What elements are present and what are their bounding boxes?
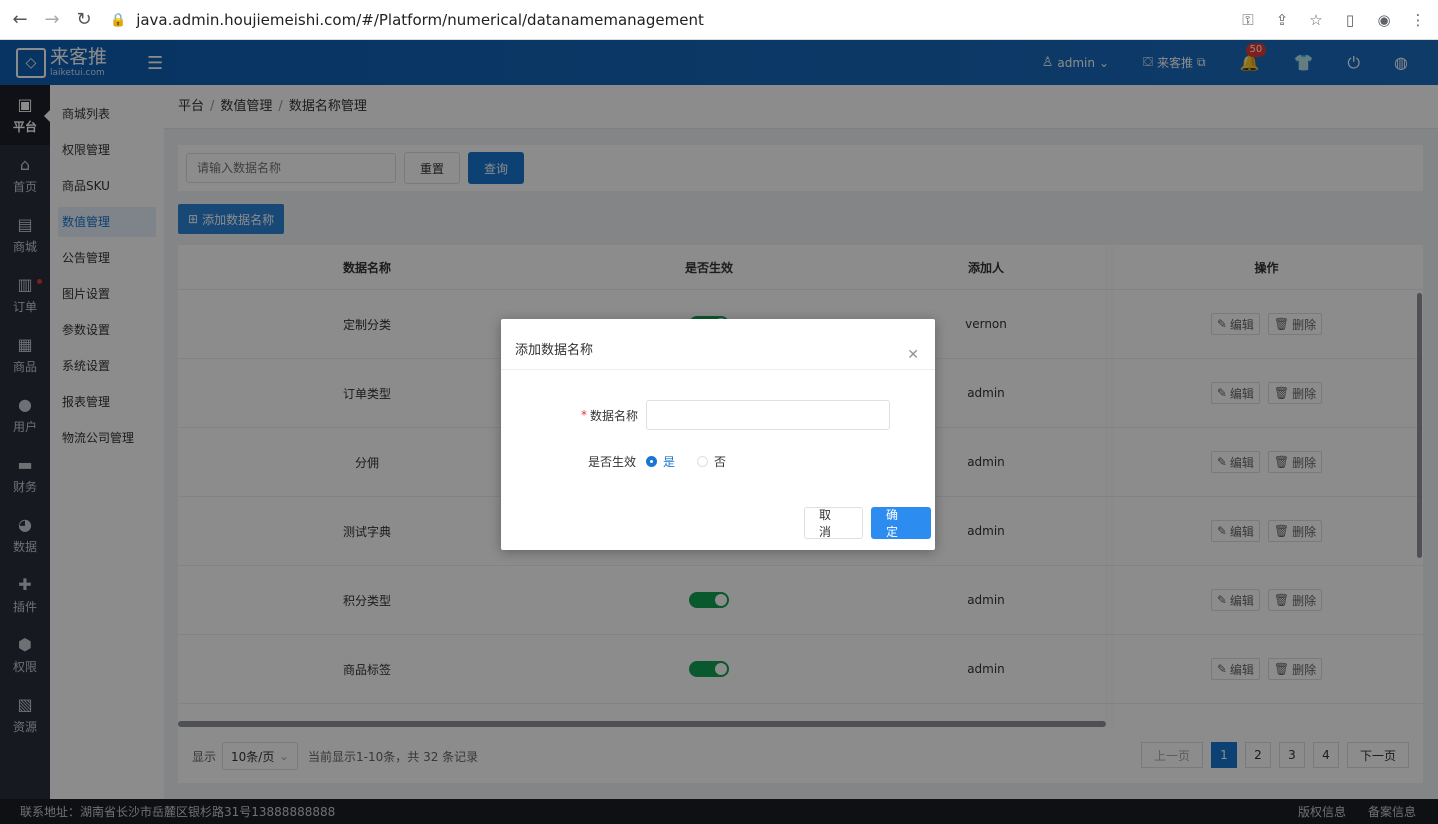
required-marker: * (581, 408, 587, 422)
reload-icon[interactable]: ↻ (68, 4, 100, 36)
radio-no[interactable]: 否 (697, 453, 726, 470)
name-form-row: * 数据名称 (581, 400, 891, 430)
more-icon[interactable]: ⋮ (1408, 10, 1428, 30)
confirm-button[interactable]: 确定 (871, 507, 931, 539)
radio-unchecked-icon (697, 456, 709, 467)
radio-yes[interactable]: 是 (646, 453, 675, 470)
lock-icon: 🔒 (110, 12, 127, 28)
add-data-name-dialog: 添加数据名称 ✕ * 数据名称 是否生效 是 否 取消 确定 (501, 319, 935, 550)
address-bar[interactable]: 🔒 java.admin.houjiemeishi.com/#/Platform… (110, 6, 1230, 34)
dialog-header: 添加数据名称 ✕ (501, 319, 935, 370)
back-arrow-icon[interactable]: ← (4, 4, 36, 36)
enable-form-row: 是否生效 是 否 (588, 453, 726, 470)
dialog-title: 添加数据名称 (515, 343, 594, 358)
browser-toolbar: ← → ↻ 🔒 java.admin.houjiemeishi.com/#/Pl… (0, 0, 1438, 40)
cancel-button[interactable]: 取消 (804, 507, 863, 539)
share-icon[interactable]: ⇪ (1272, 10, 1292, 30)
close-icon[interactable]: ✕ (907, 347, 919, 363)
radio-checked-icon (646, 456, 658, 467)
profile-icon[interactable]: ◉ (1374, 10, 1394, 30)
radio-no-label: 否 (714, 455, 727, 469)
star-icon[interactable]: ☆ (1306, 10, 1326, 30)
name-label: 数据名称 (590, 408, 639, 423)
sidebar-toggle-icon[interactable]: ▯ (1340, 10, 1360, 30)
url-text: java.admin.houjiemeishi.com/#/Platform/n… (136, 11, 704, 29)
radio-yes-label: 是 (663, 455, 676, 469)
enable-label: 是否生效 (588, 455, 637, 469)
data-name-input[interactable] (646, 400, 891, 430)
forward-arrow-icon[interactable]: → (36, 4, 68, 36)
key-icon[interactable]: ⚿ (1238, 10, 1258, 30)
